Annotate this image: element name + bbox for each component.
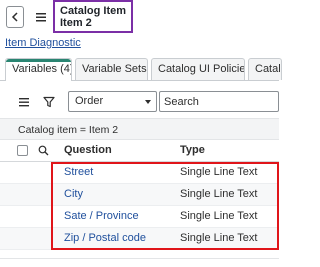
- column-header-question[interactable]: Question: [64, 144, 112, 156]
- select-all-checkbox[interactable]: [17, 145, 28, 156]
- question-link[interactable]: Street: [64, 166, 93, 178]
- search-input[interactable]: [159, 91, 279, 112]
- table-row[interactable]: Sate / Province Single Line Text: [0, 206, 279, 228]
- question-link[interactable]: City: [64, 188, 83, 200]
- table-row[interactable]: City Single Line Text: [0, 184, 279, 206]
- type-cell: Single Line Text: [180, 166, 258, 178]
- type-cell: Single Line Text: [180, 210, 258, 222]
- column-header-type[interactable]: Type: [180, 144, 205, 156]
- search-icon[interactable]: [38, 145, 49, 156]
- table-body: Street Single Line Text City Single Line…: [0, 162, 279, 252]
- tab-variable-sets[interactable]: Variable Sets: [75, 58, 148, 80]
- filter-funnel-icon[interactable]: [42, 95, 56, 109]
- related-list-tabs: Variables (4) Variable Sets Catalog UI P…: [0, 54, 282, 81]
- filter-breadcrumb[interactable]: Catalog item = Item 2: [0, 118, 279, 140]
- type-cell: Single Line Text: [180, 188, 258, 200]
- tab-variables[interactable]: Variables (4): [5, 58, 72, 81]
- hamburger-menu-icon[interactable]: [34, 10, 48, 24]
- sort-field-select[interactable]: Order: [68, 91, 157, 112]
- tab-catalog-more[interactable]: Catalo: [248, 58, 282, 80]
- sort-field-value: Order: [75, 95, 104, 107]
- question-link[interactable]: Sate / Province: [64, 210, 139, 222]
- table-row[interactable]: Street Single Line Text: [0, 162, 279, 184]
- back-arrow-icon: [11, 12, 18, 22]
- type-cell: Single Line Text: [180, 232, 258, 244]
- tab-catalog-ui-policies[interactable]: Catalog UI Policies: [151, 58, 245, 80]
- table-row[interactable]: Zip / Postal code Single Line Text: [0, 228, 279, 250]
- form-title-line2: Item 2: [60, 17, 92, 29]
- chevron-down-icon: [145, 100, 151, 104]
- table-header: Question Type: [0, 141, 279, 162]
- question-link[interactable]: Zip / Postal code: [64, 232, 146, 244]
- item-diagnostic-link[interactable]: Item Diagnostic: [5, 37, 81, 49]
- list-menu-icon[interactable]: [17, 95, 31, 109]
- back-button[interactable]: [6, 6, 24, 28]
- form-title-line1: Catalog Item: [60, 5, 127, 17]
- form-title: Catalog Item Item 2: [53, 0, 133, 33]
